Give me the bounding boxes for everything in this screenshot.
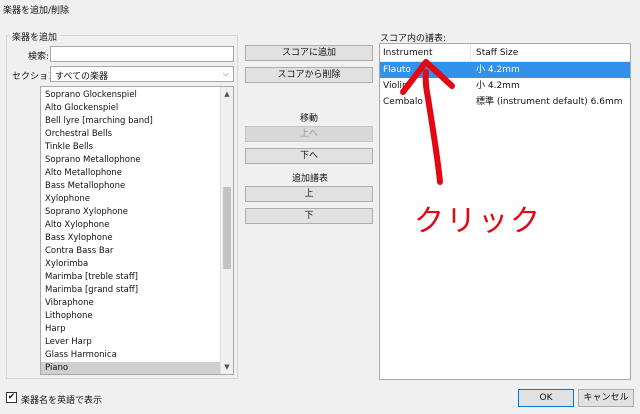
section-dropdown[interactable]: すべての楽器 ⌵ xyxy=(50,66,234,82)
list-item[interactable]: Bass Metallophone xyxy=(41,180,233,193)
instrument-list-scrollbar[interactable]: ▲ ▼ xyxy=(220,87,233,374)
english-names-label: 楽器名を英語で表示 xyxy=(21,396,103,406)
list-item[interactable]: Alto Xylophone xyxy=(41,219,233,232)
move-heading: 移動 xyxy=(300,114,319,124)
instrument-list[interactable]: Soprano Glockenspiel Alto Glockenspiel Bel… xyxy=(40,86,234,375)
extra-staff-down-button[interactable]: 下 xyxy=(245,208,373,224)
add-to-score-button[interactable]: スコアに追加 xyxy=(245,45,373,61)
list-item[interactable]: Soprano Glockenspiel xyxy=(41,89,233,102)
list-item[interactable]: Lithophone xyxy=(41,310,233,323)
extra-staff-up-button[interactable]: 上 xyxy=(245,186,373,202)
add-instruments-title: 楽器を追加 xyxy=(10,30,60,43)
list-item[interactable]: Orchestral Bells xyxy=(41,128,233,141)
list-item[interactable]: Alto Metallophone xyxy=(41,167,233,180)
instrument-cell: Violin xyxy=(383,81,408,91)
staff-size-cell: 標準 (instrument default) 6.6mm xyxy=(476,97,623,107)
click-annotation-text: クリック xyxy=(414,204,542,239)
search-input[interactable] xyxy=(50,46,234,62)
staff-size-column-header[interactable]: Staff Size xyxy=(476,44,518,62)
table-header: Instrument Staff Size xyxy=(380,44,630,62)
instrument-cell: Flauto xyxy=(383,65,411,75)
list-item[interactable]: Tinkle Bells xyxy=(41,141,233,154)
list-item[interactable]: Bass Xylophone xyxy=(41,232,233,245)
remove-from-score-button[interactable]: スコアから削除 xyxy=(245,67,373,83)
table-row[interactable]: Flauto 小 4.2mm xyxy=(380,62,630,78)
chevron-down-icon: ⌵ xyxy=(222,69,229,78)
list-item[interactable]: Soprano Xylophone xyxy=(41,206,233,219)
list-item[interactable]: Marimba [treble staff] xyxy=(41,271,233,284)
scrollbar-thumb[interactable] xyxy=(223,187,231,269)
english-names-checkbox[interactable]: ✔ xyxy=(6,392,17,403)
extra-staff-heading: 追加譜表 xyxy=(292,174,329,184)
move-down-button[interactable]: 下へ xyxy=(245,148,373,164)
list-item[interactable]: Bell lyre [marching band] xyxy=(41,115,233,128)
cancel-button[interactable]: キャンセル xyxy=(578,389,634,407)
list-item[interactable]: Alto Glockenspiel xyxy=(41,102,233,115)
instrument-column-header[interactable]: Instrument xyxy=(383,44,433,62)
column-divider xyxy=(470,44,471,62)
list-item[interactable]: Glass Harmonica xyxy=(41,349,233,362)
ok-button[interactable]: OK xyxy=(518,389,574,407)
window-title: 楽器を追加/削除 xyxy=(0,0,640,20)
list-item[interactable]: Harp xyxy=(41,323,233,336)
staff-size-cell: 小 4.2mm xyxy=(476,81,520,91)
table-row[interactable]: Violin 小 4.2mm xyxy=(380,78,630,94)
list-item[interactable]: Piano xyxy=(41,362,233,374)
move-up-button[interactable]: 上へ xyxy=(245,126,373,142)
list-item[interactable]: Marimba [grand staff] xyxy=(41,284,233,297)
instrument-cell: Cembalo xyxy=(383,97,423,107)
list-item[interactable]: Vibraphone xyxy=(41,297,233,310)
scroll-up-icon[interactable]: ▲ xyxy=(221,88,233,100)
list-item[interactable]: Soprano Metallophone xyxy=(41,154,233,167)
table-row[interactable]: Cembalo 標準 (instrument default) 6.6mm xyxy=(380,94,630,110)
search-label: 検索: xyxy=(28,52,50,62)
scroll-down-icon[interactable]: ▼ xyxy=(221,361,233,373)
section-dropdown-value: すべての楽器 xyxy=(55,72,109,82)
list-item[interactable]: Xylophone xyxy=(41,193,233,206)
list-item[interactable]: Contra Bass Bar xyxy=(41,245,233,258)
list-item[interactable]: Lever Harp xyxy=(41,336,233,349)
list-item[interactable]: Xylorimba xyxy=(41,258,233,271)
staff-size-cell: 小 4.2mm xyxy=(476,65,520,75)
